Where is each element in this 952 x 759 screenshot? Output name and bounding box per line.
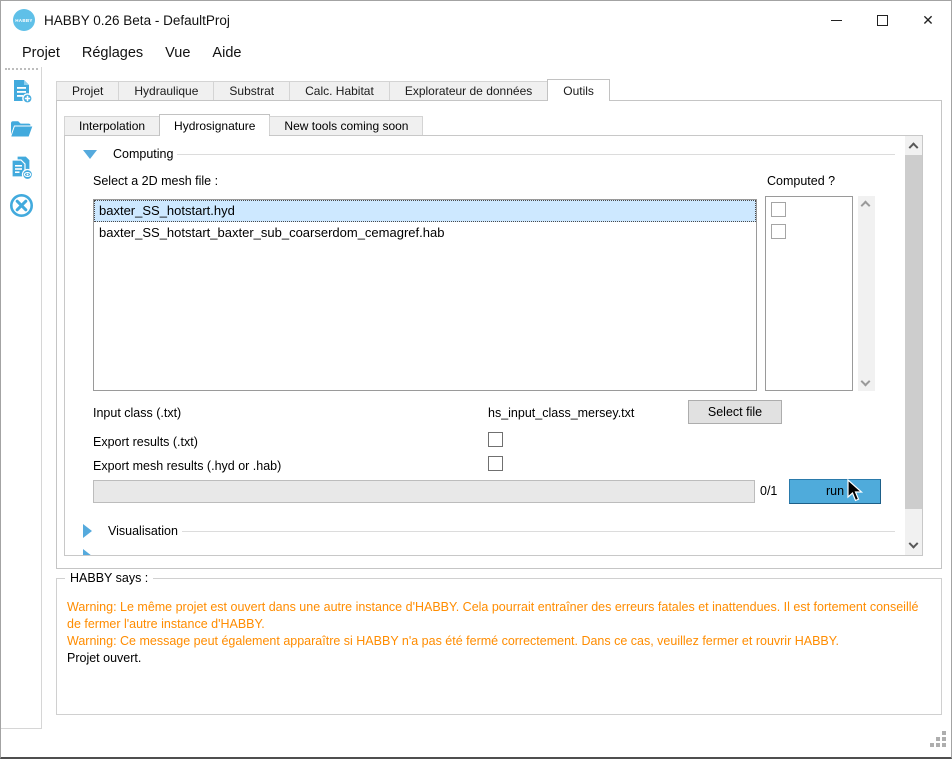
input-class-label: Input class (.txt)	[93, 406, 181, 420]
outils-pane: Interpolation Hydrosignature New tools c…	[56, 100, 942, 569]
tab-calc-habitat[interactable]: Calc. Habitat	[289, 81, 390, 100]
visualisation-title: Visualisation	[108, 524, 182, 538]
menu-projet[interactable]: Projet	[11, 42, 71, 64]
menu-vue[interactable]: Vue	[154, 42, 201, 64]
subtab-hydrosignature[interactable]: Hydrosignature	[159, 114, 270, 136]
maximize-icon	[877, 15, 888, 26]
visualisation-header[interactable]: Visualisation	[83, 524, 895, 538]
computing-section: Computing Select a 2D mesh file : Comput…	[65, 136, 905, 555]
close-icon: ✕	[922, 13, 934, 27]
log-message-info: Projet ouvert.	[67, 650, 927, 667]
export-results-label: Export results (.txt)	[93, 435, 198, 449]
computed-checkbox-2[interactable]	[771, 224, 786, 239]
close-project-icon[interactable]	[8, 192, 35, 219]
tab-projet[interactable]: Projet	[56, 81, 119, 100]
new-project-icon[interactable]	[8, 78, 35, 105]
log-message-warning-1: Warning: Le même projet est ouvert dans …	[67, 599, 927, 633]
mesh-file-list[interactable]: baxter_SS_hotstart.hyd baxter_SS_hotstar…	[93, 199, 757, 391]
habby-says-groupbox: HABBY says : Warning: Le même projet est…	[56, 578, 942, 715]
export-mesh-label: Export mesh results (.hyd or .hab)	[93, 459, 281, 473]
mesh-file-label: Select a 2D mesh file :	[93, 174, 218, 188]
resize-grip-icon[interactable]	[930, 731, 947, 753]
next-section-icon	[83, 549, 97, 556]
tab-hydraulique[interactable]: Hydraulique	[118, 81, 214, 100]
export-mesh-checkbox[interactable]	[488, 456, 503, 471]
menu-bar: Projet Réglages Vue Aide	[1, 39, 951, 67]
app-window: HABBY HABBY 0.26 Beta - DefaultProj ✕ Pr…	[0, 0, 952, 759]
title-bar: HABBY HABBY 0.26 Beta - DefaultProj ✕	[1, 1, 951, 39]
computed-list	[765, 196, 853, 391]
log-message-warning-2: Warning: Ce message peut également appar…	[67, 633, 927, 650]
hydrosignature-scroll-area: Computing Select a 2D mesh file : Comput…	[64, 135, 923, 556]
scrollbar-thumb[interactable]	[905, 155, 922, 509]
mouse-cursor	[846, 479, 868, 508]
project-properties-icon[interactable]	[8, 154, 35, 181]
header-rule	[182, 531, 895, 532]
computing-header[interactable]: Computing	[83, 147, 895, 161]
tab-explorateur-de-donnees[interactable]: Explorateur de données	[389, 81, 548, 100]
left-toolbar	[1, 67, 42, 729]
maximize-button[interactable]	[859, 1, 905, 39]
sub-tab-bar: Interpolation Hydrosignature New tools c…	[64, 114, 423, 135]
collapse-collapsed-icon[interactable]	[83, 524, 92, 538]
minimize-button[interactable]	[813, 1, 859, 39]
logo-text: HABBY	[15, 18, 33, 23]
chevron-up-icon	[909, 142, 919, 152]
open-project-icon[interactable]	[8, 116, 35, 143]
toolbar-grip[interactable]	[5, 68, 38, 70]
habby-says-title: HABBY says :	[65, 571, 153, 585]
menu-reglages[interactable]: Réglages	[71, 42, 154, 64]
computed-scrollbar[interactable]	[858, 196, 875, 391]
tab-outils[interactable]: Outils	[547, 79, 610, 101]
log-messages: Warning: Le même projet est ouvert dans …	[67, 599, 927, 667]
computed-label: Computed ?	[767, 174, 835, 188]
list-item-hab-file[interactable]: baxter_SS_hotstart_baxter_sub_coarserdom…	[94, 222, 756, 244]
scroll-down-icon[interactable]	[861, 377, 871, 387]
scroll-up-icon[interactable]	[861, 201, 871, 211]
progress-bar	[93, 480, 755, 503]
computing-title: Computing	[113, 147, 177, 161]
subtab-interpolation[interactable]: Interpolation	[64, 116, 160, 135]
chevron-down-icon	[909, 539, 919, 549]
select-file-button[interactable]: Select file	[688, 400, 782, 424]
export-results-checkbox[interactable]	[488, 432, 503, 447]
main-tab-widget: Projet Hydraulique Substrat Calc. Habita…	[56, 79, 942, 569]
minimize-icon	[831, 20, 842, 21]
menu-aide[interactable]: Aide	[201, 42, 252, 64]
subtab-new-tools[interactable]: New tools coming soon	[269, 116, 423, 135]
tab-substrat[interactable]: Substrat	[213, 81, 290, 100]
window-controls: ✕	[813, 1, 951, 39]
input-class-value: hs_input_class_mersey.txt	[488, 406, 634, 420]
habby-logo-icon: HABBY	[13, 9, 35, 31]
vertical-scrollbar[interactable]	[905, 136, 922, 555]
window-title: HABBY 0.26 Beta - DefaultProj	[44, 13, 230, 28]
computed-checkbox-1[interactable]	[771, 202, 786, 217]
header-rule	[177, 154, 895, 155]
scrollbar-down-button[interactable]	[905, 538, 922, 555]
progress-count: 0/1	[760, 484, 777, 498]
list-item-hyd-file[interactable]: baxter_SS_hotstart.hyd	[94, 200, 756, 222]
scrollbar-up-button[interactable]	[905, 136, 922, 153]
main-tab-bar: Projet Hydraulique Substrat Calc. Habita…	[56, 79, 942, 100]
close-button[interactable]: ✕	[905, 1, 951, 39]
collapse-expanded-icon[interactable]	[83, 150, 97, 159]
